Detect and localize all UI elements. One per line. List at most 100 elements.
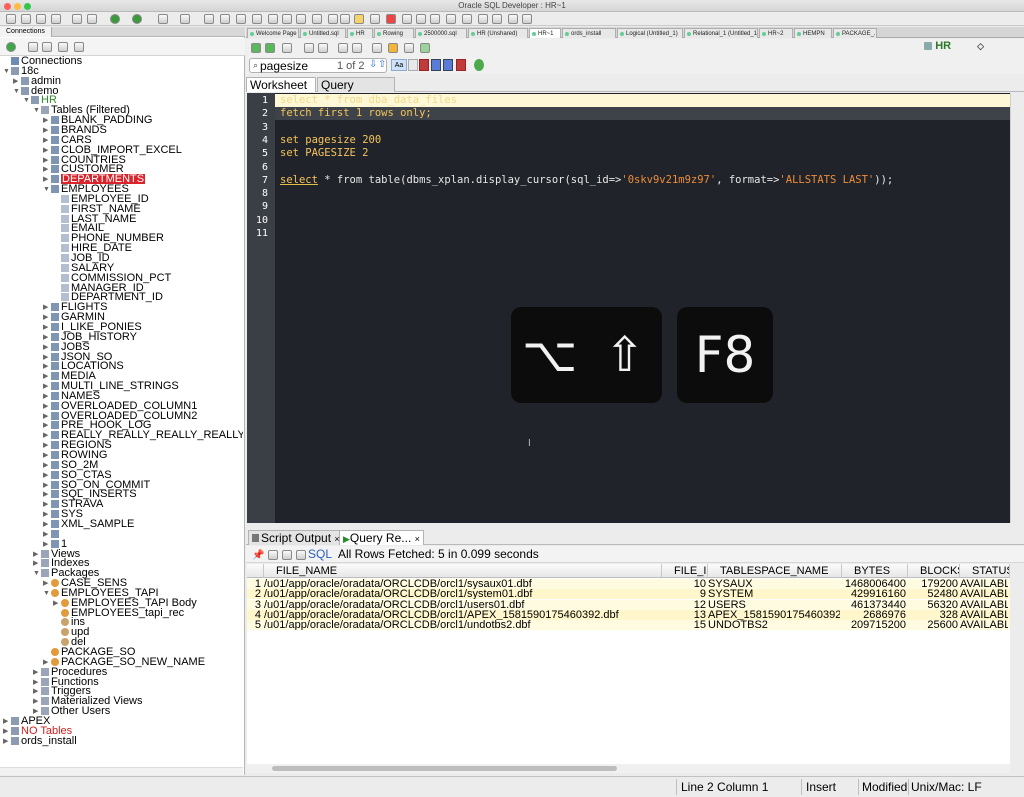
expand-toggle-icon[interactable]: ▶ [43,431,48,441]
panel-icon[interactable] [268,14,278,24]
expand-toggle-icon[interactable]: ▶ [43,481,48,491]
grid-icon[interactable] [312,14,322,24]
wrap-icon[interactable] [443,59,453,71]
expand-toggle-icon[interactable]: ▶ [43,579,48,589]
expand-toggle-icon[interactable]: ▶ [43,540,48,550]
collapse-toggle-icon[interactable]: ▼ [43,589,50,599]
expand-toggle-icon[interactable]: ▶ [43,382,48,392]
zoom-window-button[interactable] [24,3,31,10]
tab-worksheet[interactable]: Worksheet [246,77,316,92]
results-horizontal-scrollbar[interactable] [247,764,1010,773]
save-icon[interactable] [36,14,46,24]
document-tab[interactable]: Relational_1 (Untitled_1) [684,28,758,38]
monitor-icon[interactable] [180,14,190,24]
zoom-in-icon[interactable] [416,14,426,24]
expand-toggle-icon[interactable]: ▶ [43,402,48,412]
tab-query-result[interactable]: ▶Query Re... × [339,530,424,545]
filter-icon[interactable] [42,42,52,52]
scrollbar-thumb[interactable] [272,766,617,771]
arrow-icon[interactable] [296,14,306,24]
regex-icon[interactable] [431,59,441,71]
table-row[interactable]: 2/u01/app/oracle/oradata/ORCLCDB/orcl1/s… [247,589,1010,600]
table-row[interactable]: 1/u01/app/oracle/oradata/ORCLCDB/orcl1/s… [247,579,1010,589]
tool-icon[interactable] [446,14,456,24]
expand-toggle-icon[interactable]: ▶ [33,697,38,707]
collapse-toggle-icon[interactable]: ▼ [3,67,10,77]
expand-toggle-icon[interactable]: ▶ [43,313,48,323]
cursor-icon[interactable] [204,14,214,24]
expand-toggle-icon[interactable]: ▶ [43,323,48,333]
tool-icon[interactable] [462,14,472,24]
grid-icon[interactable] [328,14,338,24]
nav-forward-icon[interactable] [522,14,532,24]
connection-selector[interactable]: HR ◇ [924,40,984,52]
refresh-icon[interactable] [402,14,412,24]
run-statement-icon[interactable] [251,43,261,53]
sql-editor[interactable]: 1 select * from dba_data_files 2 fetch firs… [247,93,1010,523]
expand-toggle-icon[interactable]: ▶ [43,520,48,530]
refresh-icon[interactable] [28,42,38,52]
format-icon[interactable] [420,43,430,53]
back-icon[interactable] [110,14,120,24]
document-tab[interactable]: Welcome Page [247,28,299,38]
document-tab[interactable]: HR~2 [759,28,793,38]
close-tab-icon[interactable]: × [415,534,420,544]
expand-toggle-icon[interactable]: ▶ [33,550,38,560]
whole-word-icon[interactable] [408,59,418,71]
document-tab[interactable]: 2500000.sql [415,28,467,38]
expand-toggle-icon[interactable]: ▶ [43,175,48,185]
grid-icon[interactable] [340,14,350,24]
expand-toggle-icon[interactable]: ▶ [33,687,38,697]
document-tab[interactable]: HR~1 [529,28,561,38]
document-tab[interactable]: Untitled.sql [300,28,346,38]
expand-toggle-icon[interactable]: ▶ [43,392,48,402]
expand-toggle-icon[interactable]: ▶ [43,343,48,353]
document-tab[interactable]: ords_install [562,28,616,38]
expand-toggle-icon[interactable]: ▶ [43,372,48,382]
pin-icon[interactable]: 📌 [252,550,264,561]
expand-toggle-icon[interactable]: ▶ [3,737,8,747]
expand-toggle-icon[interactable]: ▶ [43,303,48,313]
rollback-icon[interactable] [352,43,362,53]
expand-toggle-icon[interactable]: ▶ [43,451,48,461]
document-tab[interactable]: HEMPN [794,28,832,38]
panel-icon[interactable] [252,14,262,24]
sql-link[interactable]: SQL [308,547,332,561]
connections-tab[interactable]: Connections [0,27,245,37]
document-tab[interactable]: HR [347,28,373,38]
expand-toggle-icon[interactable]: ▶ [53,599,58,609]
forward-icon[interactable] [132,14,142,24]
highlight-icon[interactable] [419,59,429,71]
expand-toggle-icon[interactable]: ▶ [33,559,38,569]
panel-icon[interactable] [236,14,246,24]
column-header[interactable]: BYTES [842,564,908,578]
tab-query-builder[interactable]: Query Builder [317,77,395,107]
tab-script-output[interactable]: Script Output × [248,530,344,545]
expand-toggle-icon[interactable]: ▶ [43,658,48,668]
expand-toggle-icon[interactable]: ▶ [43,490,48,500]
export-icon[interactable] [296,550,306,560]
collapse-toggle-icon[interactable]: ▼ [13,87,20,97]
expand-toggle-icon[interactable]: ▶ [43,353,48,363]
column-header[interactable]: STATUS [960,564,1010,578]
expand-toggle-icon[interactable]: ▶ [13,77,18,87]
table-row[interactable]: 4/u01/app/oracle/oradata/ORCLCDB/orcl1/A… [247,609,1010,620]
expand-toggle-icon[interactable]: ▶ [43,333,48,343]
layout-icon[interactable] [220,14,230,24]
unshared-icon[interactable] [372,43,382,53]
nav-back-icon[interactable] [508,14,518,24]
commit-icon[interactable] [338,43,348,53]
expand-toggle-icon[interactable]: ▶ [3,727,8,737]
expand-toggle-icon[interactable]: ▶ [43,165,48,175]
find-prev-icon[interactable]: ⇧ [378,59,386,70]
minimize-window-button[interactable] [14,3,21,10]
expand-toggle-icon[interactable]: ▶ [33,668,38,678]
expand-toggle-icon[interactable]: ▶ [43,156,48,166]
db-icon[interactable] [370,14,380,24]
close-window-button[interactable] [4,3,11,10]
find-input[interactable]: ⌕ pagesize 1 of 2 ⇩ ⇧ [249,58,387,73]
print-icon[interactable] [268,550,278,560]
document-tab[interactable]: Rowing [374,28,414,38]
new-connection-icon[interactable] [6,42,16,52]
zoom-out-icon[interactable] [430,14,440,24]
